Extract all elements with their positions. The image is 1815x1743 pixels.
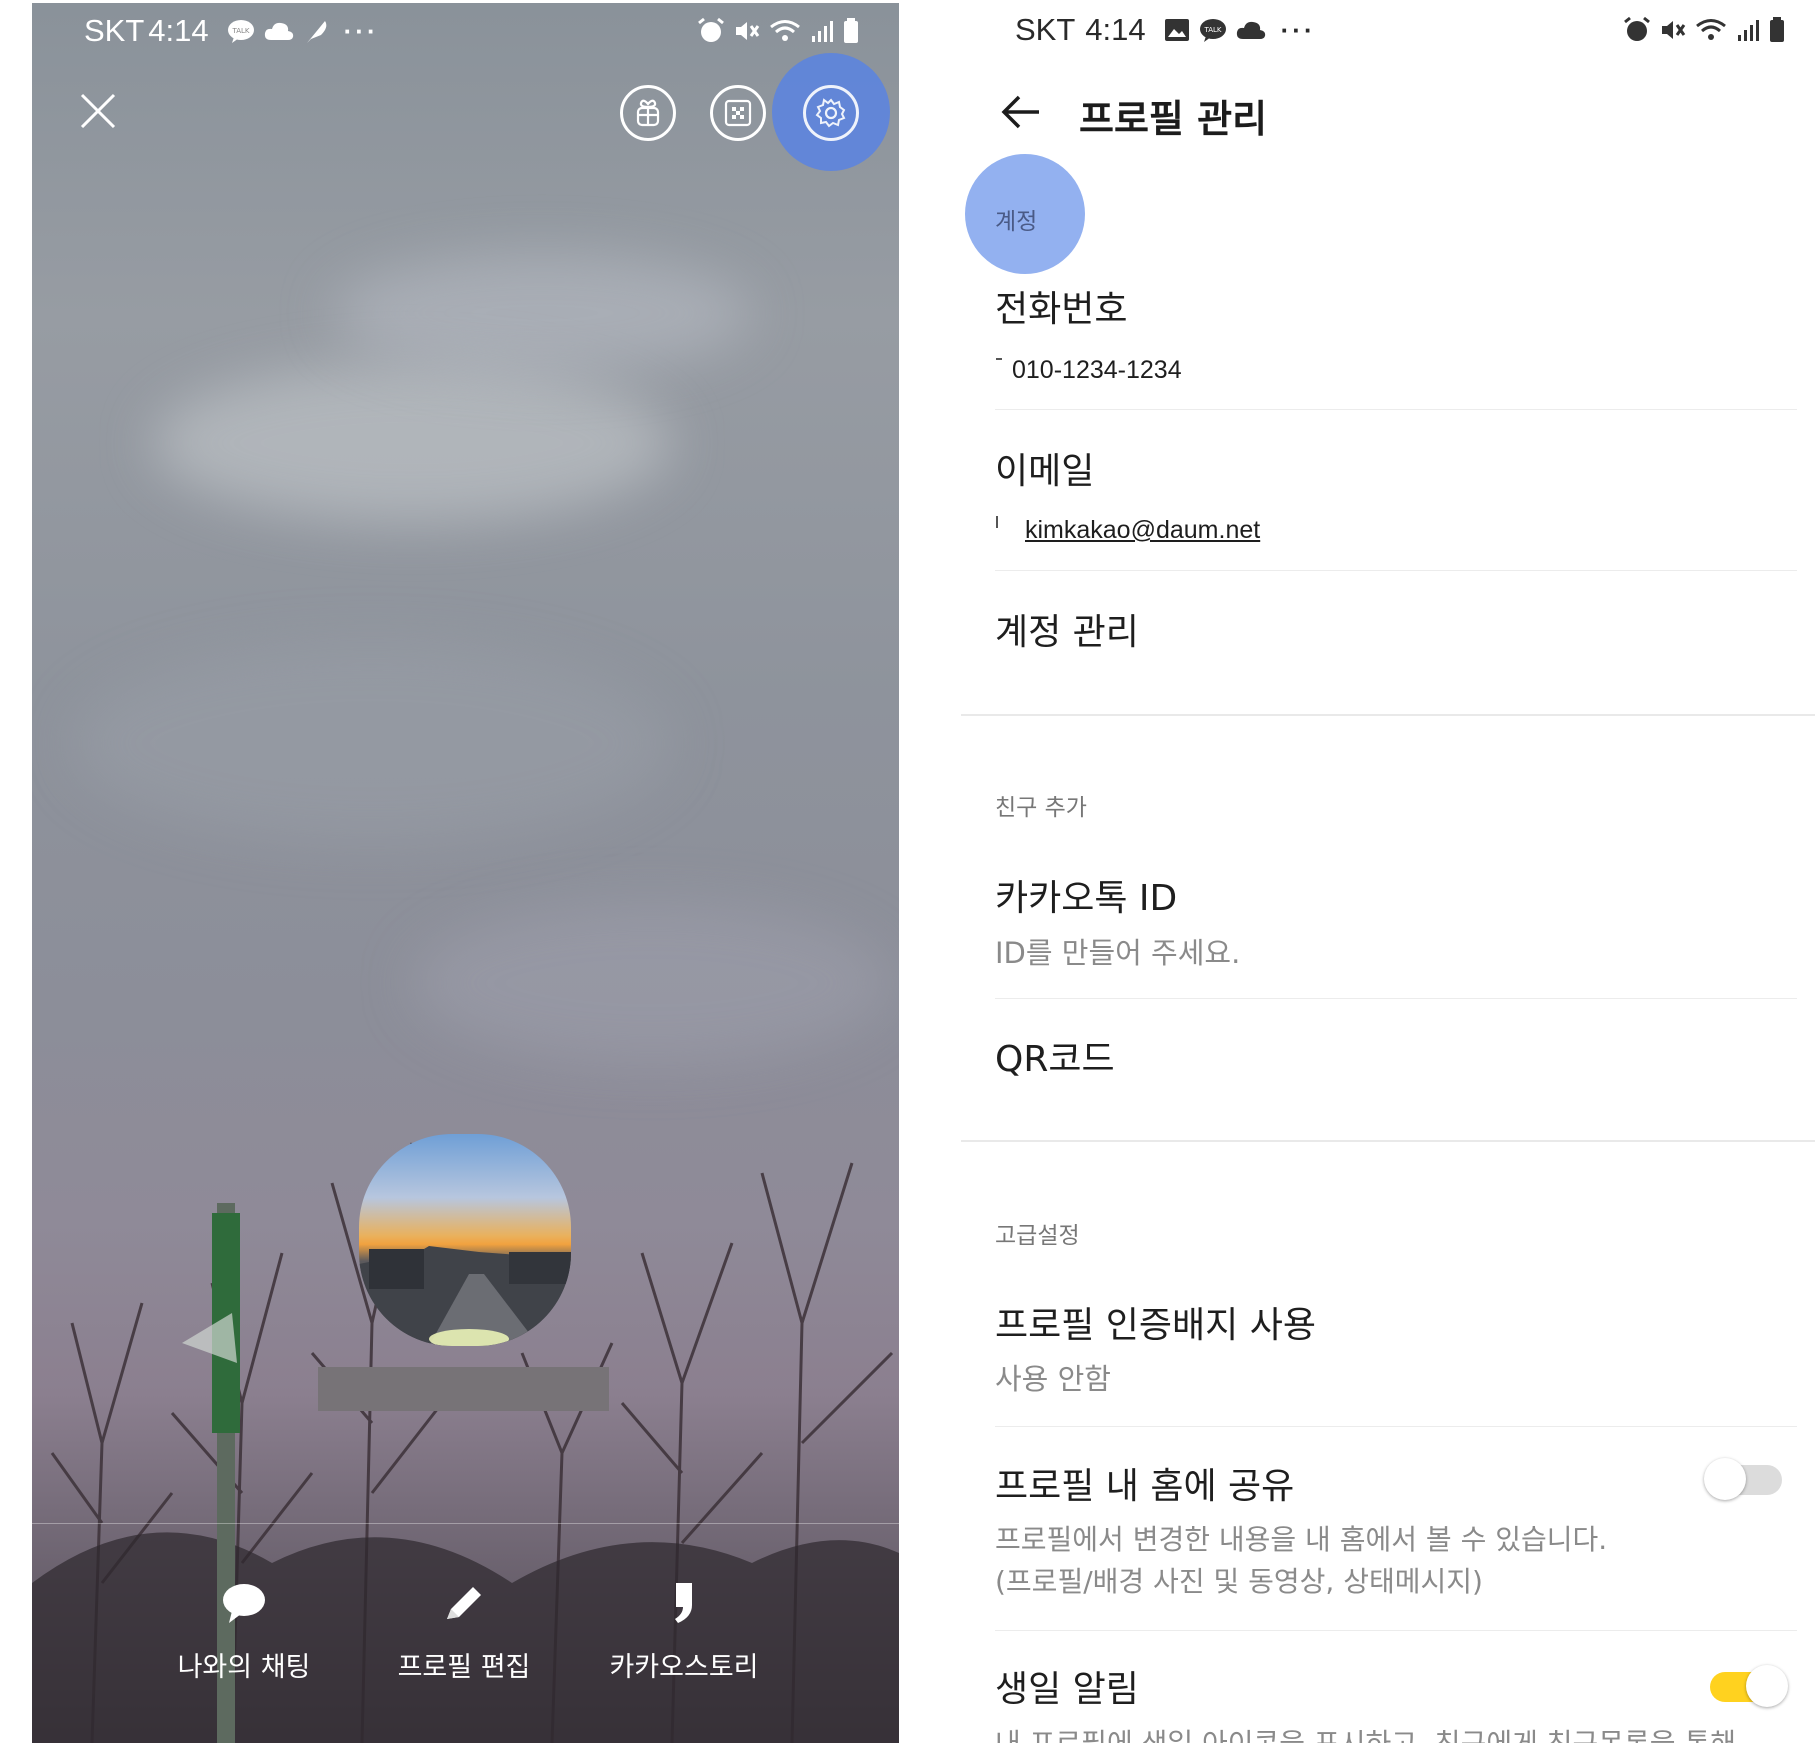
status-bar: SKT 4:14 TALK ···	[84, 11, 859, 51]
cloud-icon	[1236, 21, 1265, 39]
phone-value: 010-1234-1234	[1012, 356, 1182, 384]
kakaotalk-notification-icon: TALK	[1199, 19, 1226, 42]
chat-bubble-icon	[223, 1584, 265, 1623]
back-arrow-icon[interactable]	[1001, 94, 1041, 130]
clock-text: 4:14	[148, 13, 209, 48]
divider	[995, 1630, 1797, 1631]
alarm-icon	[1624, 16, 1650, 41]
battery-icon	[844, 18, 858, 43]
gift-button[interactable]	[620, 85, 676, 141]
email-link[interactable]: kimkakao@daum.net	[1025, 516, 1260, 545]
talk-badge-text: TALK	[231, 27, 249, 35]
qr-code-icon	[724, 99, 752, 127]
kakaostory-button[interactable]: 카카오스토리	[584, 1581, 784, 1684]
cloud-decoration	[152, 363, 672, 523]
gift-icon	[636, 99, 660, 127]
settings-button[interactable]	[803, 85, 859, 141]
profile-management-screen: SKT 4:14 TALK ··· 프로필 관리 계정 전화번호 010-123…	[961, 0, 1815, 1743]
more-notifications-icon: ···	[343, 15, 379, 46]
kakao-id-item[interactable]: 카카오톡 ID	[995, 869, 1177, 921]
divider	[995, 1426, 1797, 1427]
close-icon[interactable]	[76, 89, 120, 133]
qr-code-item[interactable]: QR코드	[995, 1030, 1115, 1082]
kakaostory-icon	[675, 1583, 692, 1623]
battery-icon	[1770, 17, 1784, 42]
action-label: 나와의 채팅	[177, 1652, 311, 1683]
carrier-text: SKT	[84, 13, 145, 48]
birthday-alert-desc: 내 프로필에 생일 아이콘을 표시하고, 친구에게 친구목록을 통해	[995, 1722, 1736, 1743]
account-manage-item[interactable]: 계정 관리	[995, 603, 1139, 655]
section-header-add-friend: 친구 추가	[995, 795, 1087, 821]
profile-screen: SKT 4:14 TALK ··· 나와의 채팅 프로필 편집 카카오스토리	[32, 3, 899, 1743]
gear-icon	[815, 98, 846, 128]
birthday-alert-label: 생일 알림	[995, 1669, 1139, 1710]
birthday-alert-toggle[interactable]	[1710, 1665, 1788, 1707]
mute-icon	[736, 22, 760, 40]
page-title: 프로필 관리	[1079, 97, 1268, 141]
phone-label: 전화번호	[995, 289, 1128, 330]
email-label: 이메일	[995, 451, 1095, 492]
feather-icon	[306, 21, 326, 43]
signal-icon	[812, 21, 833, 42]
kakaotalk-notification-icon: TALK	[227, 20, 254, 43]
carrier-text: SKT	[1015, 12, 1076, 47]
cloud-icon	[264, 22, 293, 40]
talk-badge-text: TALK	[1203, 26, 1221, 34]
kakao-id-hint: ID를 만들어 주세요.	[995, 936, 1241, 970]
pencil-icon	[447, 1587, 481, 1619]
more-notifications-icon: ···	[1280, 14, 1316, 45]
signal-icon	[1738, 20, 1759, 41]
qr-button[interactable]	[710, 85, 766, 141]
action-label: 카카오스토리	[609, 1652, 759, 1683]
wifi-icon	[1696, 19, 1726, 40]
gallery-icon	[1164, 19, 1189, 41]
divider	[995, 409, 1797, 410]
badge-setting-item[interactable]: 프로필 인증배지 사용	[995, 1296, 1316, 1348]
sunset-street-image	[359, 1246, 571, 1346]
section-header-advanced: 고급설정	[995, 1223, 1080, 1249]
divider	[32, 1523, 899, 1524]
alarm-icon	[698, 17, 724, 42]
action-label: 프로필 편집	[397, 1652, 531, 1683]
divider	[995, 998, 1797, 999]
section-divider	[961, 1140, 1815, 1142]
profile-photo[interactable]	[359, 1134, 571, 1346]
edit-profile-button[interactable]: 프로필 편집	[364, 1581, 564, 1684]
my-chat-button[interactable]: 나와의 채팅	[144, 1581, 344, 1684]
status-bar: SKT 4:14 TALK ···	[1015, 8, 1785, 52]
share-home-label: 프로필 내 홈에 공유	[995, 1466, 1295, 1507]
share-home-desc-line1: 프로필에서 변경한 내용을 내 홈에서 볼 수 있습니다.	[995, 1523, 1608, 1556]
wifi-icon	[770, 20, 800, 41]
text-mark	[996, 516, 998, 528]
mute-icon	[1662, 21, 1686, 39]
text-mark	[996, 358, 1002, 360]
toggle-knob	[1704, 1458, 1746, 1500]
profile-name-redacted	[318, 1367, 609, 1411]
section-header-account: 계정	[995, 209, 1038, 235]
clock-text: 4:14	[1085, 12, 1146, 47]
section-divider	[961, 714, 1815, 716]
share-home-desc-line2: (프로필/배경 사진 및 동영상, 상태메시지)	[995, 1565, 1483, 1598]
app-bar: 프로필 관리	[961, 88, 1815, 141]
badge-setting-value: 사용 안함	[995, 1362, 1111, 1396]
cloud-decoration	[332, 253, 752, 373]
cloud-decoration	[72, 643, 672, 843]
toggle-knob	[1746, 1665, 1788, 1707]
divider	[995, 570, 1797, 571]
share-home-toggle[interactable]	[1704, 1458, 1782, 1500]
